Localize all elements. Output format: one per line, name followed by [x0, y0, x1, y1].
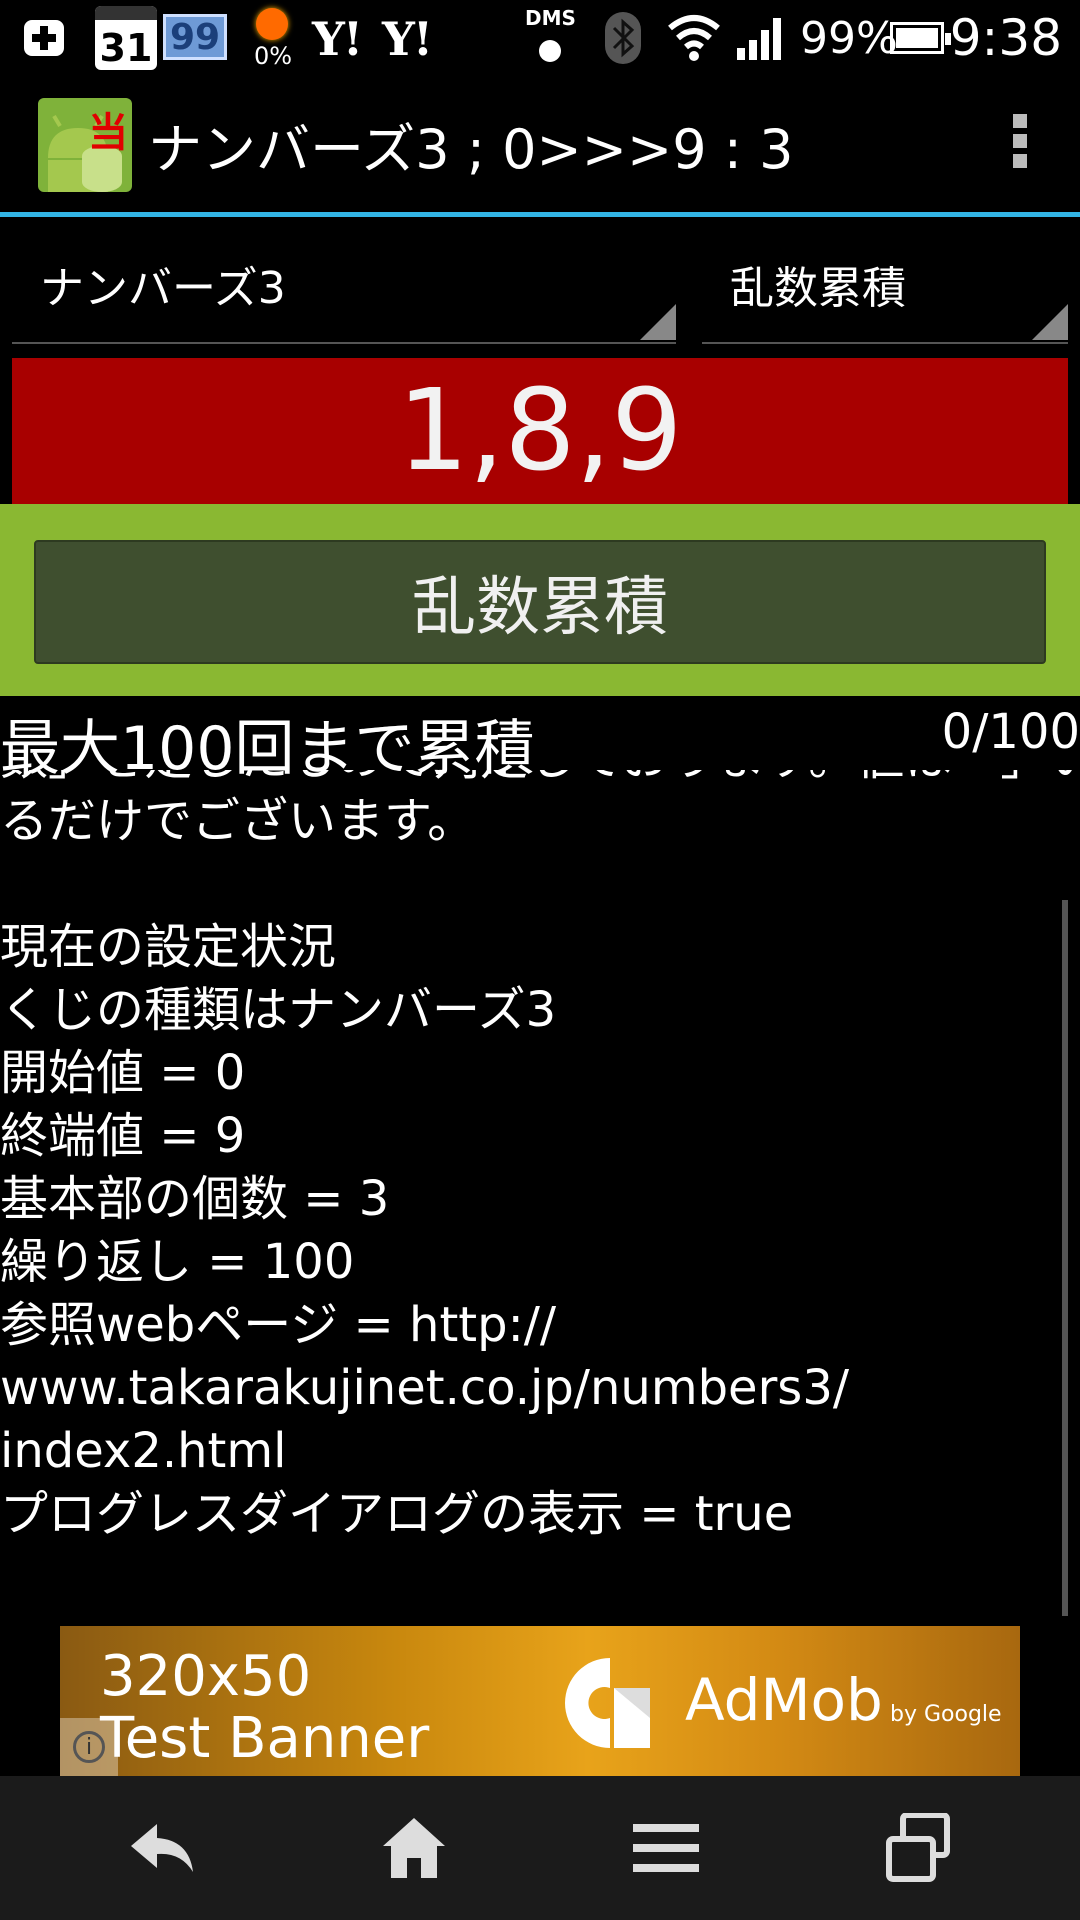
info-header: 最大100回まで累積 0/100: [0, 700, 1080, 784]
text-line: 繰り返し = 100: [0, 1234, 355, 1290]
weather-icon: 0%: [250, 6, 294, 70]
plus-icon: [22, 0, 70, 76]
ad-info-icon[interactable]: i: [60, 1718, 118, 1776]
calendar-icon: 31: [95, 6, 157, 70]
text-line: 現在の設定状況: [0, 919, 337, 975]
battery-percent: 99%: [800, 12, 898, 64]
yahoo-icon: Y!: [312, 12, 363, 66]
ad-banner[interactable]: 320x50 Test Banner AdMob by Google i: [60, 1626, 1020, 1776]
text-line: 終端値 = 9: [0, 1108, 246, 1164]
settings-text: るだけでございます。 現在の設定状況 くじの種類はナンバーズ3 開始値 = 0 …: [0, 790, 849, 1546]
text-line: [0, 853, 849, 916]
ad-by: by Google: [890, 1702, 1002, 1727]
app-icon[interactable]: 当: [38, 98, 132, 192]
settings-text-area[interactable]: 数」を足したもので判定しております。値は「」いさせて るだけでございます。 現在…: [0, 770, 1080, 1570]
ad-size-text: 320x50: [100, 1644, 312, 1709]
action-bar: 当 ナンバーズ3 ; 0>>>9 : 3: [0, 76, 1080, 212]
dms-icon: DMS: [525, 6, 576, 70]
text-line: るだけでございます。: [0, 793, 476, 849]
mode-label: 乱数累積: [730, 263, 906, 314]
yahoo-icon: Y!: [382, 12, 433, 66]
dropdown-arrow-icon: [640, 304, 676, 340]
back-icon[interactable]: [72, 1776, 252, 1920]
status-bar: 31 99 0% Y! Y! DMS 99% 9:38: [0, 0, 1080, 76]
mode-spinner[interactable]: 乱数累積: [702, 238, 1068, 344]
text-line: くじの種類はナンバーズ3: [0, 982, 557, 1038]
app-title: ナンバーズ3 ; 0>>>9 : 3: [148, 117, 794, 181]
action-bar-divider: [0, 212, 1080, 217]
progress-counter: 0/100: [941, 704, 1080, 760]
home-icon[interactable]: [324, 1776, 504, 1920]
lottery-type-spinner[interactable]: ナンバーズ3: [12, 238, 676, 344]
scrollbar[interactable]: [1062, 900, 1068, 1616]
ad-banner-text: Test Banner: [100, 1706, 430, 1771]
clock: 9:38: [949, 9, 1062, 67]
accumulate-button[interactable]: 乱数累積: [34, 540, 1046, 664]
overflow-menu-icon[interactable]: [1008, 114, 1032, 176]
wifi-icon: [668, 14, 720, 62]
admob-logo-icon: [565, 1658, 650, 1748]
text-line: index2.html: [0, 1423, 287, 1479]
bluetooth-icon: [605, 12, 641, 64]
navigation-bar: [0, 1776, 1080, 1920]
text-line: 基本部の個数 = 3: [0, 1171, 390, 1227]
dropdown-arrow-icon: [1032, 304, 1068, 340]
battery-icon: [890, 22, 951, 54]
lottery-type-label: ナンバーズ3: [40, 263, 286, 314]
signal-icon: [735, 16, 785, 60]
cut-off-text: 数」を足したもので判定しております。値は「」いさせて: [0, 770, 1080, 790]
text-line: 参照webページ = http://: [0, 1297, 557, 1353]
recent-apps-icon[interactable]: [828, 1776, 1008, 1920]
text-line: 開始値 = 0: [0, 1045, 246, 1101]
result-display: 1,8,9: [12, 358, 1068, 504]
battery-widget-icon: 99: [163, 14, 227, 60]
text-line: www.takarakujinet.co.jp/numbers3/: [0, 1360, 850, 1416]
text-line: プログレスダイアログの表示 = true: [0, 1486, 794, 1542]
menu-icon[interactable]: [576, 1776, 756, 1920]
ad-brand: AdMob: [685, 1666, 883, 1734]
